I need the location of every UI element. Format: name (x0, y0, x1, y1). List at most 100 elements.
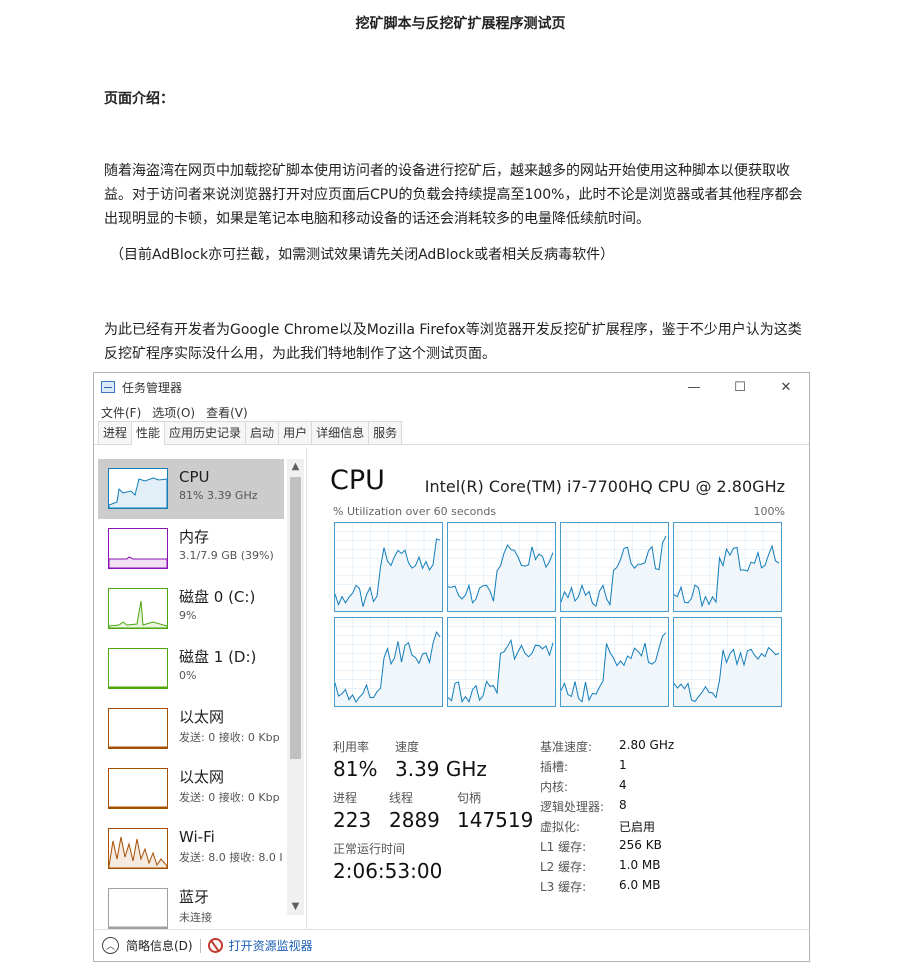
stat-label: 速度 (395, 740, 420, 754)
menu-bar: 文件(F) 选项(O) 查看(V) (94, 401, 809, 423)
sparkline-graph (108, 708, 168, 749)
spec-value: 2.80 GHz (619, 738, 675, 752)
stat-value: 81% (333, 757, 378, 781)
resource-monitor-icon[interactable] (207, 938, 223, 953)
spec-label: 插槽: (540, 760, 569, 774)
stat-value: 223 (333, 808, 372, 832)
spec-row: 逻辑处理器: 8 (540, 798, 788, 818)
open-resource-monitor-link[interactable]: 打开资源监视器 (229, 937, 313, 954)
sparkline-graph (108, 528, 168, 569)
sidebar-item[interactable]: 以太网 发送: 0 接收: 0 Kbp (98, 759, 284, 819)
stat-uptime: 正常运行时间 2:06:53:00 (333, 840, 442, 883)
sidebar-item-detail: 发送: 0 接收: 0 Kbp (179, 791, 280, 804)
cpu-heading: CPU (330, 465, 385, 496)
stat-label: 正常运行时间 (333, 842, 406, 856)
spec-row: L2 缓存: 1.0 MB (540, 858, 788, 878)
sidebar-item[interactable]: 磁盘 1 (D:) 0% (98, 639, 284, 699)
extension-paragraph: 为此已经有开发者为Google Chrome以及Mozilla Firefox等… (104, 322, 802, 362)
stat-value: 147519 (457, 808, 534, 832)
sidebar-scrollbar[interactable]: ▲ ▼ (287, 459, 304, 915)
spec-value: 256 KB (619, 838, 662, 852)
stat-value: 2:06:53:00 (333, 859, 443, 883)
sparkline-path (109, 600, 167, 628)
processor-graph (673, 522, 782, 612)
minimize-button[interactable]: — (671, 373, 717, 401)
tab-strip: 进程 性能 应用历史记录 启动 用户 详细信息 服务 (94, 421, 809, 445)
tab-details[interactable]: 详细信息 (311, 421, 370, 444)
window-title: 任务管理器 (122, 380, 183, 395)
intro-heading: 页面介绍： (104, 91, 174, 107)
spec-label: L3 缓存: (540, 880, 587, 894)
sidebar-item-name: 蓝牙 (179, 888, 210, 906)
spec-label: L2 缓存: (540, 860, 587, 874)
tab-startup[interactable]: 启动 (245, 421, 280, 444)
sidebar-text: CPU 81% 3.39 GHz (179, 468, 258, 519)
task-manager-icon (101, 381, 115, 393)
utilization-area (674, 546, 781, 611)
sidebar-item-name: 以太网 (179, 708, 225, 726)
spec-row: L3 缓存: 6.0 MB (540, 878, 788, 898)
sidebar-item-detail: 81% 3.39 GHz (179, 489, 258, 502)
adblock-note: （目前AdBlock亦可拦截，如需测试效果请先关闭AdBlock或者相关反病毒软… (110, 247, 615, 263)
spec-row: 插槽: 1 (540, 758, 788, 778)
divider (199, 938, 201, 953)
spec-label: 内核: (540, 780, 569, 794)
sidebar-item[interactable]: CPU 81% 3.39 GHz (98, 459, 284, 519)
sidebar-item[interactable]: Wi-Fi 发送: 8.0 接收: 8.0 I (98, 819, 284, 879)
stat-utilization: 利用率 81% (333, 738, 377, 781)
sidebar-text: Wi-Fi 发送: 8.0 接收: 8.0 I (179, 828, 283, 879)
menu-view[interactable]: 查看(V) (206, 404, 248, 421)
spec-value: 6.0 MB (619, 878, 661, 892)
sidebar-item[interactable]: 磁盘 0 (C:) 9% (98, 579, 284, 639)
sparkline-path (109, 926, 167, 928)
stat-label: 利用率 (333, 740, 370, 754)
stat-label: 进程 (333, 791, 358, 805)
menu-options[interactable]: 选项(O) (152, 404, 195, 421)
scroll-up-icon[interactable]: ▲ (287, 459, 304, 475)
spec-label: 基准速度: (540, 740, 593, 754)
page-title: 挖矿脚本与反挖矿扩展程序测试页 (355, 16, 566, 32)
utilization-max: 100% (753, 505, 785, 518)
spec-value: 已启用 (619, 820, 656, 834)
menu-file[interactable]: 文件(F) (101, 404, 141, 421)
stat-processes: 进程 223 (333, 789, 371, 832)
tab-users[interactable]: 用户 (278, 421, 313, 444)
sparkline-graph (108, 588, 168, 629)
maximize-button[interactable]: ☐ (717, 373, 763, 401)
scroll-down-icon[interactable]: ▼ (287, 899, 304, 915)
spec-row: L1 缓存: 256 KB (540, 838, 788, 858)
sidebar-item-detail: 3.1/7.9 GB (39%) (179, 549, 274, 562)
sparkline-graph (108, 768, 168, 809)
stat-label: 线程 (389, 791, 414, 805)
sidebar-text: 以太网发送: 0 接收: 0 Kbp (179, 708, 280, 759)
sidebar-item-name: Wi-Fi (179, 828, 215, 846)
title-bar: 任务管理器 — ☐ ✕ (94, 373, 809, 401)
close-button[interactable]: ✕ (763, 373, 809, 401)
sparkline-path (109, 686, 167, 688)
sidebar-item-detail: 发送: 0 接收: 0 Kbp (179, 731, 280, 744)
sparkline-path (109, 477, 167, 508)
processor-graph (447, 617, 556, 707)
tab-processes[interactable]: 进程 (98, 421, 133, 444)
chevron-up-icon[interactable]: ︿ (102, 937, 119, 954)
utilization-label: % Utilization over 60 seconds (333, 505, 497, 518)
sidebar-item-detail: 0% (179, 669, 197, 682)
fewer-details-link[interactable]: 简略信息(D) (126, 937, 193, 954)
sparkline-path (109, 746, 167, 748)
stat-handles: 句柄 147519 (457, 789, 533, 832)
scroll-thumb[interactable] (290, 477, 301, 759)
sidebar-text: 以太网 发送: 0 接收: 0 Kbp (179, 768, 280, 819)
sidebar-item[interactable]: 以太网发送: 0 接收: 0 Kbp (98, 699, 284, 759)
tab-app-history[interactable]: 应用历史记录 (164, 421, 247, 444)
sidebar-item-name: 磁盘 1 (D:) (179, 648, 257, 666)
tab-services[interactable]: 服务 (368, 421, 403, 444)
sidebar-item[interactable]: 蓝牙 未连接 (98, 879, 284, 929)
tab-performance[interactable]: 性能 (131, 421, 166, 445)
spec-row: 虚拟化: 已启用 (540, 818, 788, 838)
footer-bar: ︿ 简略信息(D) 打开资源监视器 (94, 929, 809, 961)
spec-label: L1 缓存: (540, 840, 587, 854)
spec-value: 8 (619, 798, 627, 812)
cpu-model: Intel(R) Core(TM) i7-7700HQ CPU @ 2.80GH… (424, 477, 785, 496)
sidebar-item-name: 磁盘 0 (C:) (179, 588, 256, 606)
sidebar-item[interactable]: 内存 3.1/7.9 GB (39%) (98, 519, 284, 579)
